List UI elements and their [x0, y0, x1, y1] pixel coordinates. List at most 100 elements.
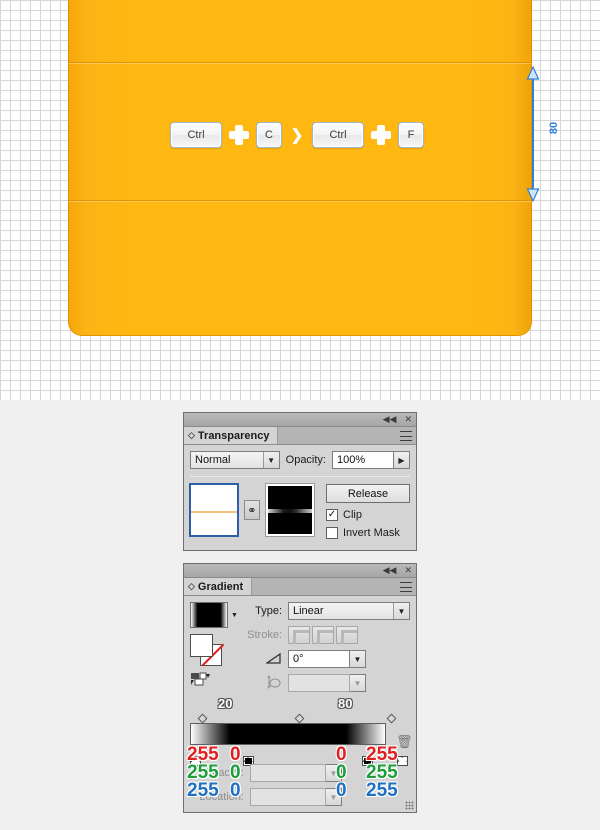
- stroke-within-button: [288, 626, 310, 644]
- gradient-tabbar: ◇ Gradient: [184, 578, 416, 596]
- gradient-reverse-row: [190, 672, 242, 686]
- transparency-tabbar: ◇ Transparency: [184, 427, 416, 445]
- rgb-annotation-stop-20: 0 0 0: [230, 745, 241, 801]
- gradient-bottom-controls: Opacity: ▼ Location: ▼ 255 255 255 0 0 0…: [187, 745, 410, 806]
- gradient-type-select[interactable]: Linear ▼: [288, 602, 410, 620]
- chevron-down-icon[interactable]: ▼: [393, 603, 409, 619]
- clip-checkbox-row[interactable]: ✓ Clip: [326, 509, 410, 521]
- gradient-top-controls: ▼ Type: Linear ▼ Stroke: 0° ▼ ▼: [190, 602, 410, 698]
- rgb-annotation-stop-100: 255 255 255: [366, 745, 398, 801]
- release-button[interactable]: Release: [326, 484, 410, 503]
- blend-opacity-row: Normal ▼ Opacity: 100% ▶: [190, 451, 410, 469]
- keyboard-shortcut-row: Ctrl C ❯ Ctrl F: [170, 121, 424, 149]
- rgb-blue-value: 255: [366, 780, 398, 801]
- gradient-opacity-input: [250, 764, 326, 782]
- aspect-ratio-label: [242, 674, 282, 692]
- invert-mask-label: Invert Mask: [343, 527, 400, 539]
- angle-label: [242, 651, 282, 668]
- gradient-stop-100[interactable]: [396, 745, 408, 766]
- aspect-ratio-input: [288, 674, 350, 692]
- tab-gradient-label: Gradient: [197, 580, 244, 593]
- gradient-location-input: [250, 788, 326, 806]
- chevron-down-icon[interactable]: ▼: [231, 612, 238, 619]
- key-c: C: [256, 122, 282, 148]
- invert-mask-checkbox[interactable]: [326, 527, 338, 539]
- tab-gradient[interactable]: ◇ Gradient: [184, 578, 253, 595]
- opacity-mask-thumbnail[interactable]: [266, 484, 314, 536]
- gradient-aspect-row: ▼: [242, 674, 410, 692]
- close-icon[interactable]: ✕: [404, 566, 412, 575]
- measure-value-label: 80: [548, 121, 561, 135]
- gradient-midpoint[interactable]: [386, 713, 397, 724]
- gradient-midpoint[interactable]: [197, 713, 208, 724]
- rgb-blue-value: 255: [187, 780, 219, 801]
- angle-value: 0°: [293, 653, 304, 665]
- gradient-panel: ◀◀ ✕ ◇ Gradient ▼ Type: Linear ▼ Stroke:…: [183, 563, 417, 813]
- aspect-ratio-icon: [267, 674, 281, 689]
- angle-icon: [264, 652, 281, 664]
- panel-menu-icon[interactable]: [400, 431, 412, 441]
- orange-rounded-shape[interactable]: [68, 0, 532, 336]
- transparency-body: Normal ▼ Opacity: 100% ▶ ⚭ Release ✓ Cli…: [184, 445, 416, 545]
- invert-mask-checkbox-row[interactable]: Invert Mask: [326, 527, 410, 539]
- blend-mode-select[interactable]: Normal ▼: [190, 451, 280, 469]
- plus-icon-2: [370, 124, 392, 146]
- link-mask-icon[interactable]: ⚭: [243, 500, 261, 520]
- panel-resize-grip[interactable]: [405, 801, 414, 810]
- collapse-icon[interactable]: ◀◀: [383, 566, 397, 575]
- tab-transparency-label: Transparency: [197, 429, 270, 442]
- rgb-blue-value: 0: [336, 780, 347, 801]
- annotation-stop-position-20: 20: [218, 696, 233, 711]
- transparency-panel: ◀◀ ✕ ◇ Transparency Normal ▼ Opacity: 10…: [183, 412, 417, 551]
- fill-stroke-indicator[interactable]: [190, 634, 225, 667]
- gradient-left-column: ▼: [190, 602, 242, 698]
- gradient-type-row: Type: Linear ▼: [242, 602, 410, 620]
- key-ctrl-1: Ctrl: [170, 122, 222, 148]
- annotation-stop-position-80: 80: [338, 696, 353, 711]
- gradient-midpoint[interactable]: [294, 713, 305, 724]
- tab-grip-icon: ◇: [188, 430, 195, 440]
- panel-menu-icon[interactable]: [400, 582, 412, 592]
- measure-double-arrow-icon: [526, 66, 540, 202]
- gradient-strip[interactable]: [190, 723, 386, 745]
- key-ctrl-2: Ctrl: [312, 122, 364, 148]
- tab-grip-icon: ◇: [188, 581, 195, 591]
- divider: [190, 476, 410, 477]
- gradient-body: ▼ Type: Linear ▼ Stroke: 0° ▼ ▼ 20 80 🗑 …: [184, 596, 416, 818]
- shape-gloss-top: [69, 63, 531, 64]
- gradient-titlebar: ◀◀ ✕: [184, 564, 416, 578]
- angle-input[interactable]: 0°: [288, 650, 350, 668]
- aspect-ratio-dropdown-button: ▼: [350, 674, 366, 692]
- gradient-type-value: Linear: [293, 605, 324, 617]
- opacity-label: Opacity:: [285, 454, 326, 466]
- chevron-down-icon[interactable]: ▼: [262, 452, 279, 468]
- clip-label: Clip: [343, 509, 362, 521]
- close-icon[interactable]: ✕: [404, 415, 412, 424]
- stroke-label: Stroke:: [247, 629, 282, 641]
- key-f: F: [398, 122, 424, 148]
- collapse-icon[interactable]: ◀◀: [383, 415, 397, 424]
- stroke-along-button: [312, 626, 334, 644]
- rgb-annotation-stop-80: 0 0 0: [336, 745, 347, 801]
- thumbnails-row: ⚭ Release ✓ Clip Invert Mask: [189, 483, 410, 539]
- gradient-stop-20[interactable]: [242, 745, 254, 766]
- angle-dropdown-button[interactable]: ▼: [350, 650, 366, 668]
- stroke-type-buttons: [288, 626, 358, 644]
- gradient-preview-swatch[interactable]: [190, 602, 228, 628]
- tab-transparency[interactable]: ◇ Transparency: [184, 427, 279, 444]
- clip-checkbox[interactable]: ✓: [326, 509, 338, 521]
- shape-gloss-bottom: [69, 201, 531, 202]
- rgb-annotation-stop-0: 255 255 255: [187, 745, 219, 801]
- artwork-thumbnail[interactable]: [189, 483, 239, 537]
- chevron-right-icon: ❯: [290, 126, 304, 144]
- rgb-blue-value: 0: [230, 780, 241, 801]
- type-label: Type:: [255, 605, 282, 617]
- fill-swatch[interactable]: [190, 634, 213, 657]
- artboard-canvas: Ctrl C ❯ Ctrl F 80: [0, 0, 600, 400]
- reverse-gradient-icon[interactable]: [190, 672, 210, 686]
- artwork-thumb-line: [191, 511, 237, 513]
- gradient-stroke-row: Stroke:: [242, 626, 410, 644]
- blend-mode-value: Normal: [195, 454, 231, 466]
- opacity-stepper-button[interactable]: ▶: [394, 451, 410, 469]
- opacity-input[interactable]: 100%: [332, 451, 394, 469]
